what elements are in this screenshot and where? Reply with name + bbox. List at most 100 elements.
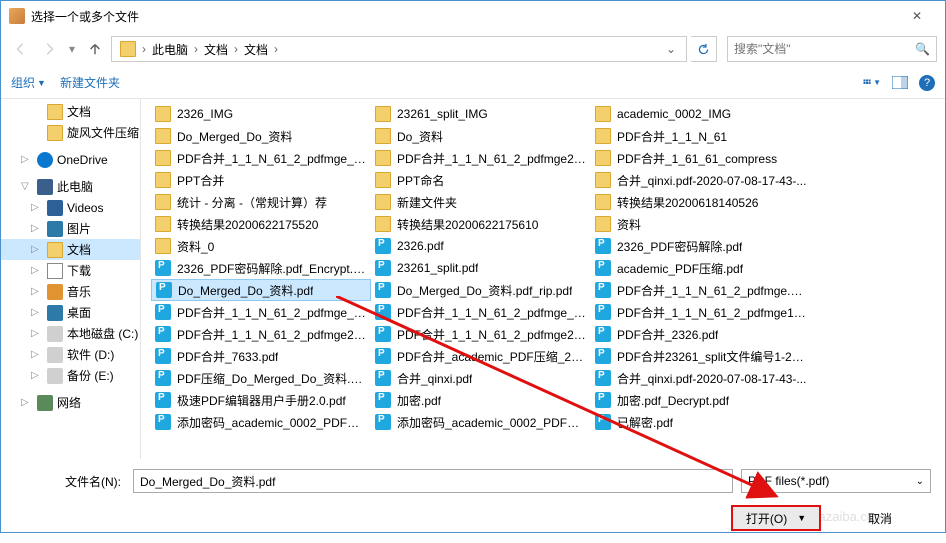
file-item[interactable]: PDF合并_7633.pdf (151, 345, 371, 367)
up-button[interactable] (83, 37, 107, 61)
file-item[interactable]: 合并_qinxi.pdf (371, 367, 591, 389)
file-item[interactable]: 23261_split.pdf (371, 257, 591, 279)
file-item[interactable]: academic_0002_IMG (591, 103, 811, 125)
tree-item[interactable]: ▽此电脑 (1, 176, 140, 197)
tree-item[interactable]: 旋风文件压缩 (1, 122, 140, 143)
file-item[interactable]: 加密.pdf_Decrypt.pdf (591, 389, 811, 411)
file-item[interactable]: 已解密.pdf (591, 411, 811, 433)
tree-item[interactable]: ▷文档 (1, 239, 140, 260)
tree-item[interactable]: ▷Videos (1, 197, 140, 218)
file-item[interactable]: 资料_0 (151, 235, 371, 257)
filetype-dropdown[interactable]: PDF files(*.pdf) ⌄ (741, 469, 931, 493)
chevron-right-icon[interactable]: › (274, 42, 278, 56)
tree-item[interactable]: ▷本地磁盘 (C:) (1, 323, 140, 344)
file-item[interactable]: 添加密码_academic_0002_PDF压缩... (151, 411, 371, 433)
file-item[interactable]: 添加密码_academic_0002_PDF压缩... (371, 411, 591, 433)
file-item[interactable]: PDF合并_2326.pdf (591, 323, 811, 345)
file-item[interactable]: PDF合并_1_1_N_61_2_pdfmge_0_s... (151, 301, 371, 323)
forward-button[interactable] (37, 37, 61, 61)
file-item[interactable]: 新建文件夹 (371, 191, 591, 213)
file-item[interactable]: 2326_PDF密码解除.pdf (591, 235, 811, 257)
file-item[interactable]: PDF压缩_Do_Merged_Do_资料.pd... (151, 367, 371, 389)
file-item[interactable]: 23261_split_IMG (371, 103, 591, 125)
file-item[interactable]: PPT命名 (371, 169, 591, 191)
pdf-icon (595, 260, 611, 276)
file-name: PDF合并_1_1_N_61_2_pdfmge2_sp... (397, 150, 587, 167)
expand-icon[interactable]: ▽ (21, 181, 33, 192)
file-item[interactable]: 转换结果20200622175610 (371, 213, 591, 235)
expand-icon[interactable]: ▷ (31, 223, 43, 234)
file-item[interactable]: PDF合并23261_split文件编号1-2.pdf (591, 345, 811, 367)
view-icons-button[interactable]: ▼ (863, 74, 881, 92)
file-item[interactable]: Do_Merged_Do_资料.pdf_rip.pdf (371, 279, 591, 301)
file-item[interactable]: 转换结果20200622175520 (151, 213, 371, 235)
chevron-right-icon[interactable]: › (194, 42, 198, 56)
file-item[interactable]: 极速PDF编辑器用户手册2.0.pdf (151, 389, 371, 411)
refresh-button[interactable] (691, 36, 717, 62)
close-button[interactable]: ✕ (897, 2, 937, 30)
file-item[interactable]: PDF合并_1_1_N_61_2_pdfmge1_sp... (591, 301, 811, 323)
expand-icon[interactable]: ▷ (31, 328, 43, 339)
file-item[interactable]: 2326.pdf (371, 235, 591, 257)
expand-icon[interactable]: ▷ (31, 202, 43, 213)
recent-dropdown[interactable]: ▾ (65, 37, 79, 61)
expand-icon[interactable]: ▷ (31, 265, 43, 276)
tree-item[interactable]: ▷软件 (D:) (1, 344, 140, 365)
preview-pane-button[interactable] (891, 74, 909, 92)
expand-icon[interactable]: ▷ (21, 154, 33, 165)
file-item[interactable]: Do_Merged_Do_资料 (151, 125, 371, 147)
tree-item[interactable]: ▷备份 (E:) (1, 365, 140, 386)
breadcrumb-seg-docs[interactable]: 文档 (200, 41, 232, 58)
file-item[interactable]: PDF合并_1_1_N_61 (591, 125, 811, 147)
tree-item[interactable]: ▷OneDrive (1, 149, 140, 170)
file-item[interactable]: PDF合并_1_1_N_61_2_pdfmge_压缩 (151, 147, 371, 169)
file-item[interactable]: PDF合并_academic_PDF压缩_2326... (371, 345, 591, 367)
breadcrumb-seg-docs2[interactable]: 文档 (240, 41, 272, 58)
file-item[interactable]: PDF合并_1_1_N_61_2_pdfmge2_sp... (151, 323, 371, 345)
organize-menu[interactable]: 组织▼ (11, 74, 46, 91)
chevron-right-icon[interactable]: › (234, 42, 238, 56)
tree-item[interactable]: ▷下载 (1, 260, 140, 281)
file-item[interactable]: PDF合并_1_1_N_61_2_pdfmge2_sp... (371, 323, 591, 345)
search-input[interactable] (734, 42, 915, 56)
file-item[interactable]: Do_Merged_Do_资料.pdf (151, 279, 371, 301)
file-item[interactable]: 加密.pdf (371, 389, 591, 411)
file-item[interactable]: 转换结果20200618140526 (591, 191, 811, 213)
file-item[interactable]: PPT合并 (151, 169, 371, 191)
search-box[interactable]: 🔍 (727, 36, 937, 62)
expand-icon[interactable]: ▷ (31, 307, 43, 318)
file-item[interactable]: 合并_qinxi.pdf-2020-07-08-17-43-... (591, 367, 811, 389)
expand-icon[interactable]: ▷ (21, 397, 33, 408)
file-item[interactable]: 资料 (591, 213, 811, 235)
back-button[interactable] (9, 37, 33, 61)
cancel-button[interactable]: 取消 (835, 505, 925, 531)
tree-item[interactable]: ▷网络 (1, 392, 140, 413)
tree-item[interactable]: ▷音乐 (1, 281, 140, 302)
file-item[interactable]: 合并_qinxi.pdf-2020-07-08-17-43-... (591, 169, 811, 191)
file-item[interactable]: PDF合并_1_1_N_61_2_pdfmge.pdf (591, 279, 811, 301)
breadcrumb[interactable]: › 此电脑 › 文档 › 文档 › ⌄ (111, 36, 687, 62)
open-button[interactable]: 打开(O)▼ (731, 505, 821, 531)
tree-item[interactable]: ▷桌面 (1, 302, 140, 323)
file-item[interactable]: Do_资料 (371, 125, 591, 147)
file-item[interactable]: 2326_PDF密码解除.pdf_Encrypt.pdf (151, 257, 371, 279)
file-item[interactable]: PDF合并_1_61_61_compress (591, 147, 811, 169)
new-folder-button[interactable]: 新建文件夹 (60, 74, 120, 91)
help-button[interactable]: ? (919, 75, 935, 91)
file-item[interactable]: academic_PDF压缩.pdf (591, 257, 811, 279)
breadcrumb-seg-pc[interactable]: 此电脑 (148, 41, 192, 58)
file-item[interactable]: PDF合并_1_1_N_61_2_pdfmge_压... (371, 301, 591, 323)
tree-item[interactable]: ▷图片 (1, 218, 140, 239)
breadcrumb-dropdown[interactable]: ⌄ (660, 42, 682, 56)
filename-input[interactable] (133, 469, 733, 493)
search-icon[interactable]: 🔍 (915, 42, 930, 56)
file-item[interactable]: PDF合并_1_1_N_61_2_pdfmge2_sp... (371, 147, 591, 169)
file-item[interactable]: 2326_IMG (151, 103, 371, 125)
expand-icon[interactable]: ▷ (31, 370, 43, 381)
file-item[interactable]: 统计 - 分离 -（常规计算）荐 (151, 191, 371, 213)
expand-icon[interactable]: ▷ (31, 286, 43, 297)
chevron-right-icon[interactable]: › (142, 42, 146, 56)
expand-icon[interactable]: ▷ (31, 244, 43, 255)
tree-item[interactable]: 文档 (1, 101, 140, 122)
expand-icon[interactable]: ▷ (31, 349, 43, 360)
